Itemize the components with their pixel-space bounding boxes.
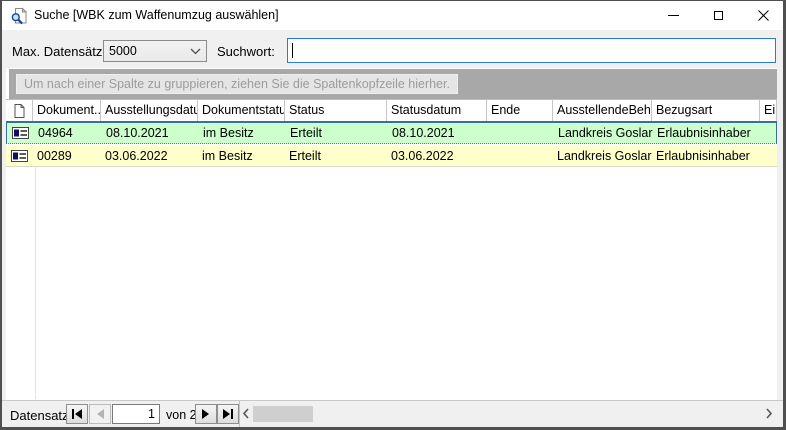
search-document-icon [10, 7, 28, 25]
first-record-icon [71, 409, 83, 419]
last-record-icon [222, 409, 234, 419]
chevron-down-icon [190, 48, 201, 55]
maximize-icon [714, 11, 723, 20]
table-cell: 03.06.2022 [101, 145, 198, 166]
search-label: Suchwort: [217, 44, 275, 59]
previous-record-button[interactable] [89, 404, 111, 424]
table-cell: 03.06.2022 [387, 145, 487, 166]
max-records-label: Max. Datensätze: [12, 44, 113, 59]
record-navigator-bar: Datensatz: von 2 [2, 400, 783, 427]
table-cell: Landkreis Goslar [554, 123, 653, 143]
close-button[interactable] [741, 1, 786, 30]
header-cell[interactable]: AusstellendeBeh... [553, 99, 652, 121]
table-cell: Erlaubnisinhaber [652, 145, 760, 166]
column-separator-line [35, 166, 36, 399]
previous-record-icon [95, 409, 105, 419]
table-cell: Erteilt [286, 123, 388, 143]
table-cell [760, 145, 777, 166]
header-cell[interactable]: Bezugsart [652, 99, 760, 121]
table-cell [487, 145, 553, 166]
max-records-select[interactable]: 5000 [103, 40, 207, 62]
minimize-button[interactable] [651, 1, 696, 30]
search-input[interactable] [287, 38, 776, 63]
table-cell: 08.10.2021 [388, 123, 488, 143]
document-page-icon [14, 104, 25, 118]
table-cell: Erlaubnisinhaber [653, 123, 761, 143]
table-cell: im Besitz [198, 145, 285, 166]
dialog-window: Suche [WBK zum Waffenumzug auswählen] Ma… [0, 0, 786, 430]
window-title: Suche [WBK zum Waffenumzug auswählen] [34, 1, 279, 30]
record-icon [11, 150, 28, 162]
last-record-button[interactable] [217, 404, 239, 424]
table-cell [761, 123, 778, 143]
table-cell: Erteilt [285, 145, 387, 166]
text-caret [292, 43, 293, 58]
table-cell-icon [6, 145, 33, 166]
horizontal-scrollbar[interactable] [240, 403, 773, 425]
group-by-panel[interactable]: Um nach einer Spalte zu gruppieren, zieh… [9, 69, 777, 99]
header-cell[interactable]: Ende [487, 99, 553, 121]
header-cell[interactable]: Dokumentstatus [198, 99, 285, 121]
table-cell: 08.10.2021 [102, 123, 199, 143]
table-row[interactable]: 0496408.10.2021im BesitzErteilt08.10.202… [6, 122, 777, 144]
grid-header-row: Dokument...AusstellungsdatumDokumentstat… [6, 99, 777, 122]
minimize-icon [668, 15, 679, 16]
close-icon [758, 10, 769, 21]
table-cell-icon [7, 123, 34, 143]
next-record-button[interactable] [195, 404, 217, 424]
table-cell: 00289 [33, 145, 101, 166]
table-row[interactable]: 0028903.06.2022im BesitzErteilt03.06.202… [6, 145, 777, 167]
header-cell[interactable]: Statusdatum [387, 99, 487, 121]
next-record-icon [201, 409, 211, 419]
scroll-left-icon[interactable] [242, 407, 250, 420]
record-icon [12, 127, 29, 139]
first-record-button[interactable] [66, 404, 88, 424]
record-number-input[interactable] [112, 404, 160, 424]
header-cell[interactable]: Status [285, 99, 387, 121]
results-grid: Um nach einer Spalte zu gruppieren, zieh… [6, 68, 777, 400]
max-records-value: 5000 [109, 44, 137, 58]
table-cell: Landkreis Goslar [553, 145, 652, 166]
header-cell[interactable]: Ausstellungsdatum [101, 99, 198, 121]
table-cell: 04964 [34, 123, 102, 143]
title-bar: Suche [WBK zum Waffenumzug auswählen] [2, 1, 783, 30]
group-by-hint: Um nach einer Spalte zu gruppieren, zieh… [16, 74, 458, 94]
record-navigator-label: Datensatz: [10, 408, 72, 423]
scrollbar-thumb[interactable] [253, 406, 313, 422]
scroll-right-icon[interactable] [765, 407, 773, 420]
header-cell[interactable]: Dokument... [33, 99, 101, 121]
header-cell-icon[interactable] [6, 99, 33, 121]
table-cell [488, 123, 554, 143]
header-cell[interactable]: Eintr [760, 99, 777, 121]
table-cell: im Besitz [199, 123, 286, 143]
record-count-label: von 2 [166, 408, 197, 422]
maximize-button[interactable] [696, 1, 741, 30]
